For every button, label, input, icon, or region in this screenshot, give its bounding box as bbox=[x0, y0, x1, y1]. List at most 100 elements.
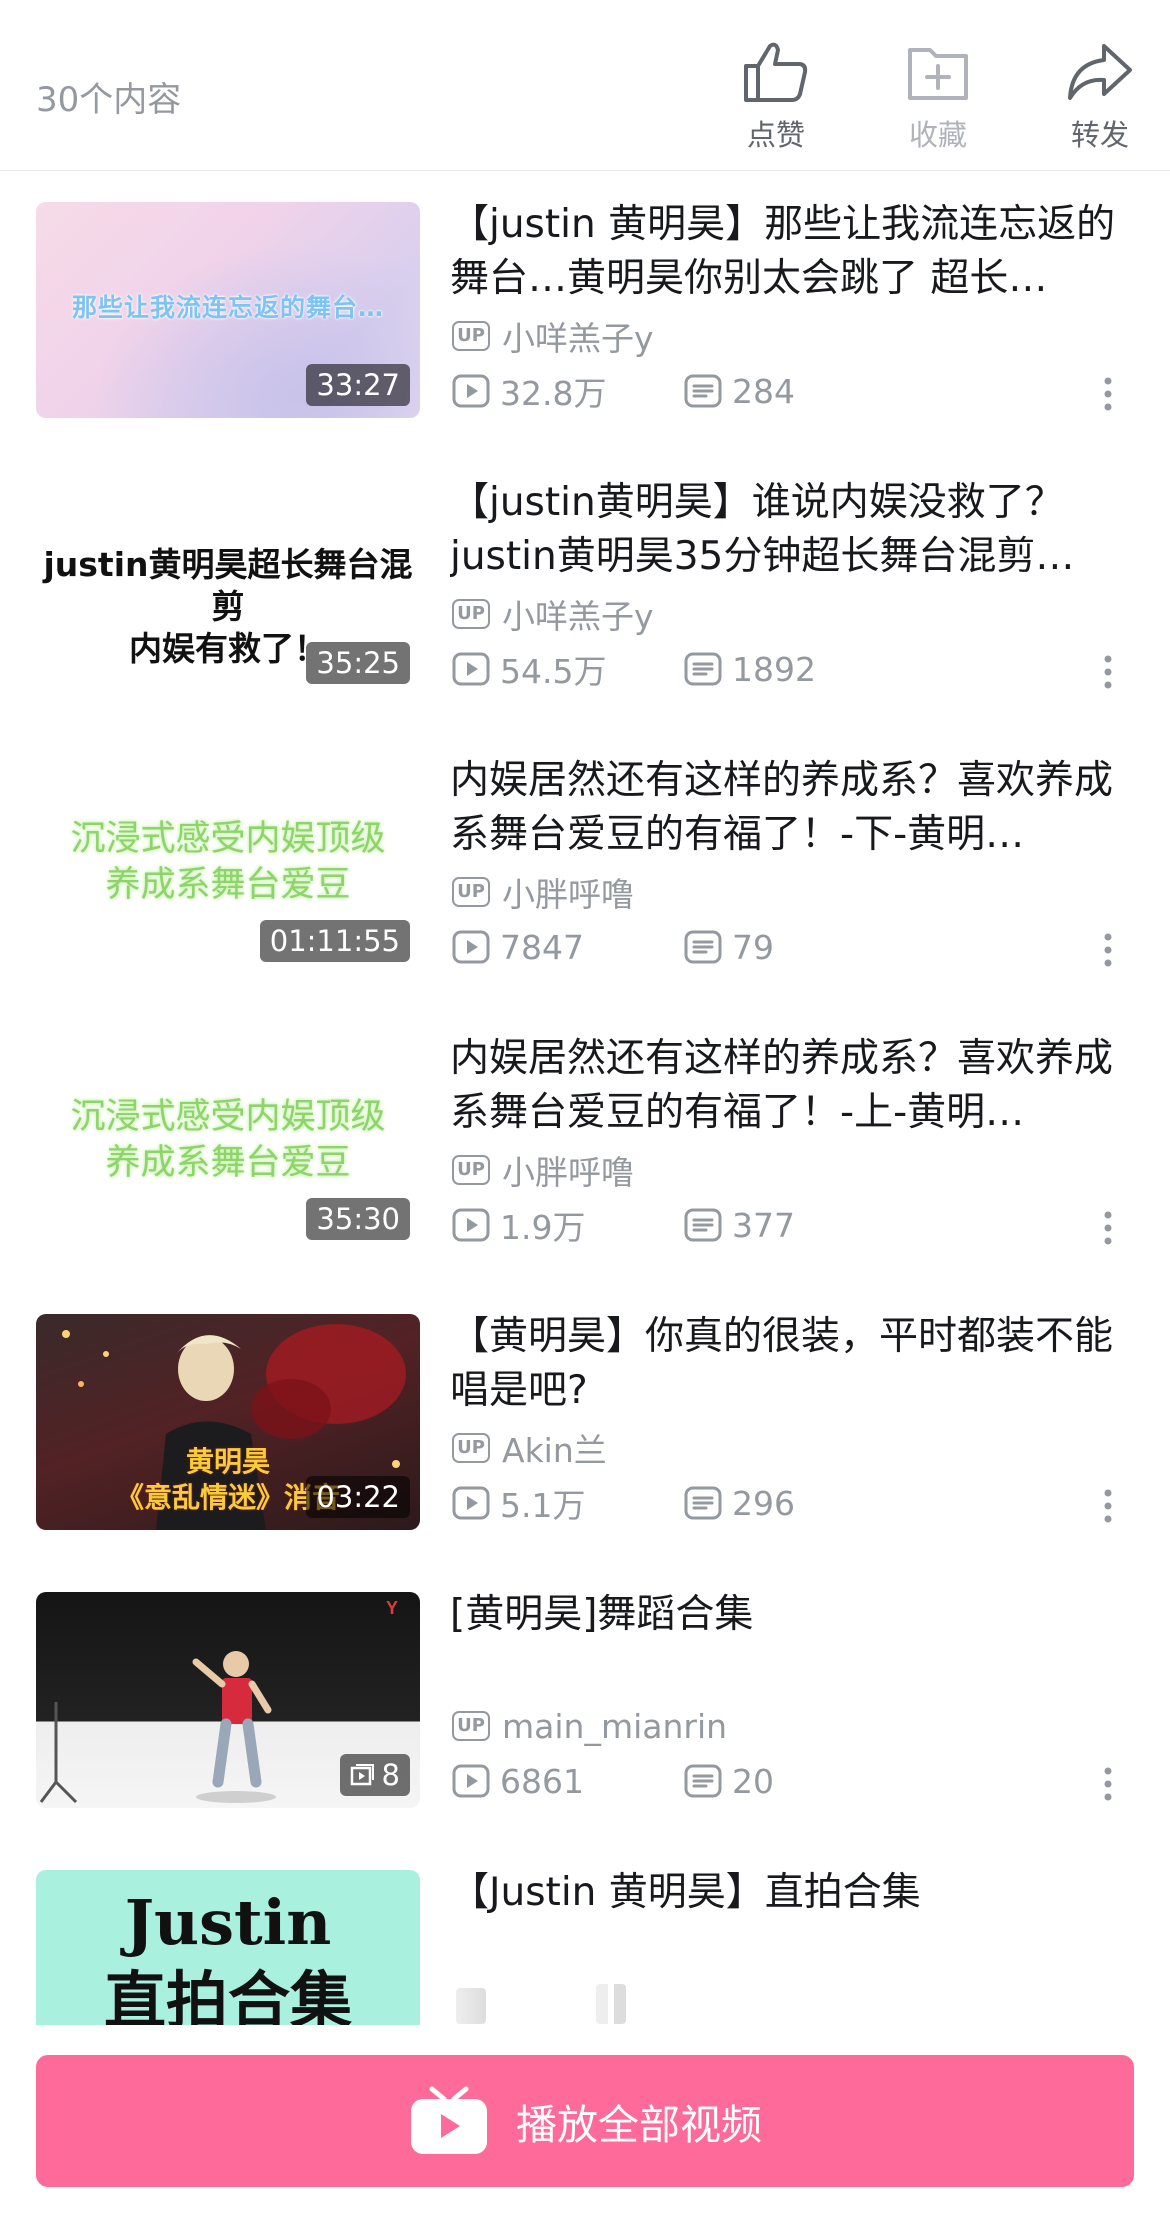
uploader[interactable]: UP 小咩羔子y bbox=[452, 316, 654, 358]
duration-badge: 35:25 bbox=[306, 642, 410, 684]
up-badge-icon: UP bbox=[452, 877, 490, 907]
play-count-icon bbox=[452, 930, 490, 964]
content-count: 30个内容 bbox=[36, 80, 182, 120]
play-count-icon bbox=[452, 374, 490, 408]
duration-badge: 35:30 bbox=[306, 1198, 410, 1240]
video-item[interactable]: Justin 直拍合集 【Justin 黄明昊】直拍合集 bbox=[0, 1838, 1170, 2025]
up-badge-icon: UP bbox=[452, 1433, 490, 1463]
comment-count: 20 bbox=[684, 1762, 774, 1801]
video-title[interactable]: 【justin黄明昊】谁说内娱没救了？justin黄明昊35分钟超长舞台混剪… bbox=[450, 476, 1130, 584]
uploader[interactable]: UP main_mianrin bbox=[452, 1706, 727, 1746]
video-item[interactable]: 黄明昊 《意乱情迷》消音 03:22 【黄明昊】你真的很装，平时都装不能唱是吧?… bbox=[0, 1282, 1170, 1560]
video-stats: 7847 79 bbox=[452, 926, 774, 968]
video-thumbnail[interactable]: Y 8 bbox=[36, 1592, 420, 1808]
comment-count: 79 bbox=[684, 928, 774, 967]
uploader-name: 小咩羔子y bbox=[502, 597, 654, 636]
up-badge-icon: UP bbox=[452, 599, 490, 629]
comment-count: 296 bbox=[684, 1484, 795, 1523]
more-options-icon[interactable] bbox=[1098, 374, 1118, 414]
video-stats: 1.9万 377 bbox=[452, 1201, 795, 1249]
duration-badge: 01:11:55 bbox=[259, 920, 410, 962]
video-thumbnail[interactable]: 沉浸式感受内娱顶级 养成系舞台爱豆 35:30 bbox=[36, 1036, 420, 1252]
more-options-icon[interactable] bbox=[1098, 652, 1118, 692]
play-count-icon bbox=[452, 1764, 490, 1798]
uploader[interactable]: UP 小胖呼噜 bbox=[452, 872, 634, 914]
favorite-button[interactable]: 收藏 bbox=[878, 40, 998, 154]
duration-badge: 33:27 bbox=[306, 364, 410, 406]
comment-count: 284 bbox=[684, 372, 795, 411]
loading-placeholder bbox=[596, 1984, 626, 2024]
play-count-icon bbox=[452, 1208, 490, 1242]
comment-icon bbox=[684, 652, 722, 686]
comment-icon bbox=[684, 1208, 722, 1242]
video-stats: 32.8万 284 bbox=[452, 367, 795, 415]
share-icon bbox=[1068, 44, 1132, 100]
thumbnail-caption: Justin 直拍合集 bbox=[103, 1886, 352, 2025]
add-folder-icon bbox=[908, 48, 968, 100]
up-badge-icon: UP bbox=[452, 1155, 490, 1185]
up-badge-icon: UP bbox=[452, 1711, 490, 1741]
playlist-count-badge: 8 bbox=[339, 1754, 410, 1796]
video-title[interactable]: 内娱居然还有这样的养成系？喜欢养成系舞台爱豆的有福了！-下-黄明… bbox=[450, 754, 1130, 862]
more-options-icon[interactable] bbox=[1098, 1208, 1118, 1248]
play-all-button[interactable]: 播放全部视频 bbox=[36, 2055, 1134, 2187]
more-options-icon[interactable] bbox=[1098, 1764, 1118, 1804]
view-count: 6861 bbox=[452, 1762, 684, 1801]
play-all-label: 播放全部视频 bbox=[516, 2101, 762, 2149]
video-item[interactable]: 沉浸式感受内娱顶级 养成系舞台爱豆 01:11:55 内娱居然还有这样的养成系？… bbox=[0, 726, 1170, 1004]
video-title[interactable]: 内娱居然还有这样的养成系？喜欢养成系舞台爱豆的有福了！-上-黄明… bbox=[450, 1032, 1130, 1140]
view-count: 32.8万 bbox=[452, 367, 684, 415]
comment-icon bbox=[684, 374, 722, 408]
video-thumbnail[interactable]: justin黄明昊超长舞台混剪 内娱有救了！ 35:25 bbox=[36, 480, 420, 696]
view-count: 1.9万 bbox=[452, 1201, 684, 1249]
comment-count: 1892 bbox=[684, 650, 816, 689]
uploader[interactable]: UP 小胖呼噜 bbox=[452, 1150, 634, 1192]
duration-badge: 03:22 bbox=[306, 1476, 410, 1518]
share-button[interactable]: 转发 bbox=[1040, 40, 1160, 154]
video-stats: 54.5万 1892 bbox=[452, 645, 816, 693]
uploader-name: Akin兰 bbox=[502, 1431, 607, 1470]
view-count: 54.5万 bbox=[452, 645, 684, 693]
video-item[interactable]: 那些让我流连忘返的舞台… 33:27 【justin 黄明昊】那些让我流连忘返的… bbox=[0, 170, 1170, 448]
video-item[interactable]: justin黄明昊超长舞台混剪 内娱有救了！ 35:25 【justin黄明昊】… bbox=[0, 448, 1170, 726]
uploader[interactable]: UP Akin兰 bbox=[452, 1428, 607, 1470]
more-options-icon[interactable] bbox=[1098, 1486, 1118, 1526]
thumbnail-caption: 沉浸式感受内娱顶级 养成系舞台爱豆 bbox=[70, 1097, 386, 1183]
video-title[interactable]: 【黄明昊】你真的很装，平时都装不能唱是吧? bbox=[450, 1310, 1130, 1418]
up-badge-icon: UP bbox=[452, 321, 490, 351]
view-count: 5.1万 bbox=[452, 1479, 684, 1527]
video-item[interactable]: 沉浸式感受内娱顶级 养成系舞台爱豆 35:30 内娱居然还有这样的养成系？喜欢养… bbox=[0, 1004, 1170, 1282]
favorite-label: 收藏 bbox=[908, 118, 967, 152]
play-count-icon bbox=[452, 1486, 490, 1520]
loading-placeholder bbox=[456, 1988, 486, 2024]
view-count: 7847 bbox=[452, 928, 684, 967]
like-button[interactable]: 点赞 bbox=[716, 40, 836, 154]
like-label: 点赞 bbox=[746, 118, 805, 152]
video-stats: 5.1万 296 bbox=[452, 1479, 795, 1527]
more-options-icon[interactable] bbox=[1098, 930, 1118, 970]
video-title[interactable]: 【justin 黄明昊】那些让我流连忘返的舞台…黄明昊你别太会跳了 超长… bbox=[450, 198, 1130, 306]
video-thumbnail[interactable]: 黄明昊 《意乱情迷》消音 03:22 bbox=[36, 1314, 420, 1530]
video-item[interactable]: Y 8 [黄明昊]舞蹈合集 UP main_mianrin 6861 20 bbox=[0, 1560, 1170, 1838]
uploader-name: 小胖呼噜 bbox=[502, 1153, 634, 1192]
share-label: 转发 bbox=[1070, 118, 1129, 152]
uploader-name: 小胖呼噜 bbox=[502, 875, 634, 914]
thumbnail-caption: 沉浸式感受内娱顶级 养成系舞台爱豆 bbox=[70, 819, 386, 905]
video-list[interactable]: 那些让我流连忘返的舞台… 33:27 【justin 黄明昊】那些让我流连忘返的… bbox=[0, 170, 1170, 2025]
uploader-name: main_mianrin bbox=[502, 1706, 728, 1746]
bottom-bar: 播放全部视频 bbox=[0, 2025, 1170, 2239]
video-thumbnail[interactable]: 那些让我流连忘返的舞台… 33:27 bbox=[36, 202, 420, 418]
thumbnail-caption: 那些让我流连忘返的舞台… bbox=[71, 293, 384, 322]
video-thumbnail[interactable]: Justin 直拍合集 bbox=[36, 1870, 420, 2025]
uploader-name: 小咩羔子y bbox=[502, 319, 654, 358]
svg-text:Y: Y bbox=[386, 1598, 398, 1618]
video-thumbnail[interactable]: 沉浸式感受内娱顶级 养成系舞台爱豆 01:11:55 bbox=[36, 758, 420, 974]
video-title[interactable]: 【Justin 黄明昊】直拍合集 bbox=[450, 1866, 1130, 1920]
play-count-icon bbox=[452, 652, 490, 686]
playlist-icon bbox=[350, 1764, 374, 1786]
video-title[interactable]: [黄明昊]舞蹈合集 bbox=[450, 1588, 1130, 1642]
uploader[interactable]: UP 小咩羔子y bbox=[452, 594, 654, 636]
comment-icon bbox=[684, 1764, 722, 1798]
comment-count: 377 bbox=[684, 1206, 795, 1245]
playlist-header: 30个内容 点赞 收藏 转发 bbox=[0, 0, 1170, 171]
